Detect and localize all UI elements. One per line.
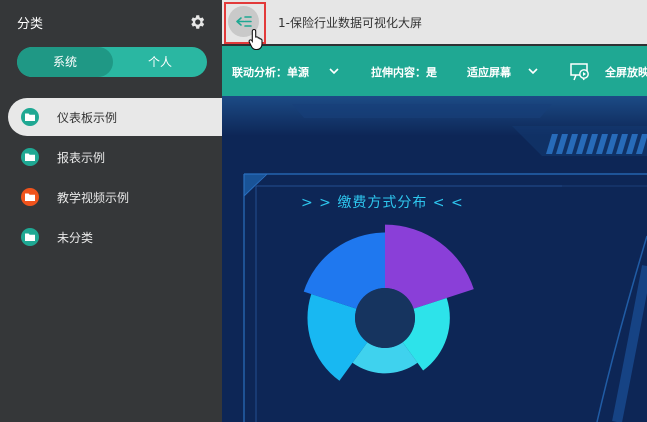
folder-icon [21,188,39,206]
sidebar: 分类 系统 个人 仪表板示例 报表示例 教学视频示例 未分类 [0,0,222,422]
sidebar-header: 分类 [0,0,222,44]
sidebar-item-label: 仪表板示例 [57,111,118,125]
gear-icon[interactable] [188,13,206,31]
tab-personal[interactable]: 个人 [113,47,207,77]
stretch-content-toggle[interactable]: 拉伸内容：是 [371,64,437,80]
rose-chart [303,224,474,381]
chevron-down-icon[interactable] [328,65,340,77]
sidebar-item-video-examples[interactable]: 教学视频示例 [8,178,222,216]
toolbar: 联动分析：单源 拉伸内容：是 适应屏幕 全屏放映 [222,46,647,96]
page-title: 1-保险行业数据可视化大屏 [278,16,422,30]
sidebar-item-label: 教学视频示例 [57,191,130,205]
folder-icon [21,228,39,246]
sidebar-item-dashboard-examples[interactable]: 仪表板示例 [8,98,222,136]
folder-icon [21,108,39,126]
title-bar: 1-保险行业数据可视化大屏 [222,0,647,44]
folder-icon [21,148,39,166]
tab-system[interactable]: 系统 [17,47,113,77]
sidebar-item-label: 未分类 [57,231,94,245]
sidebar-item-label: 报表示例 [57,151,106,165]
rose-center [355,288,415,348]
sidebar-item-uncategorized[interactable]: 未分类 [8,218,222,256]
sidebar-title: 分类 [17,17,44,32]
fit-screen-dropdown[interactable]: 适应屏幕 [467,64,511,80]
linkage-analysis-dropdown[interactable]: 联动分析：单源 [232,64,309,80]
dashboard-canvas: > > 缴费方式分布 < < [222,96,647,422]
chevron-down-icon[interactable] [527,65,539,77]
present-icon[interactable] [568,60,590,82]
sidebar-item-report-examples[interactable]: 报表示例 [8,138,222,176]
hand-cursor-icon [248,28,263,51]
category-toggle: 系统 个人 [17,47,207,77]
fullscreen-button[interactable]: 全屏放映 [605,64,647,80]
